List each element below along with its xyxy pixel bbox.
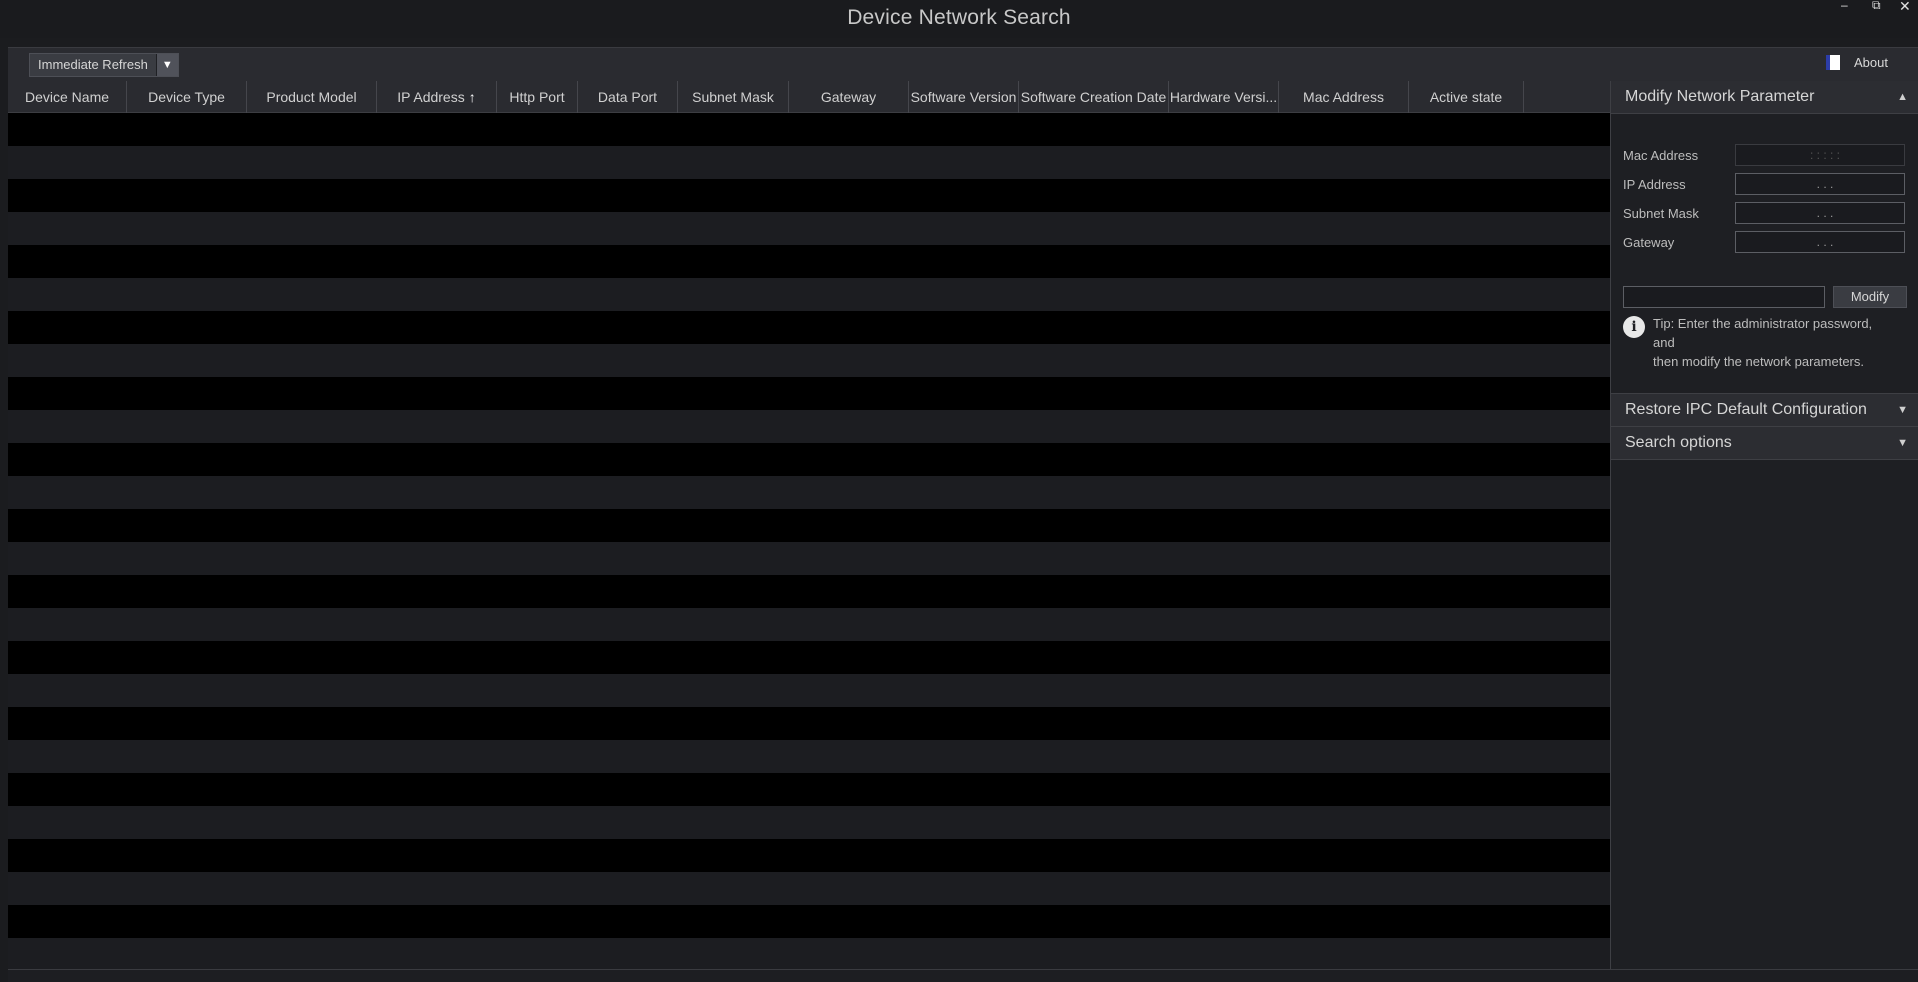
table-row [8, 245, 1610, 278]
table-row [8, 311, 1610, 344]
tip-line-1: Tip: Enter the administrator password, a… [1653, 316, 1873, 350]
mac-address-label: Mac Address [1623, 147, 1699, 163]
ip-address-row: IP Address . . . [1623, 173, 1905, 195]
device-table: Device Name Device Type Product Model IP… [8, 81, 1610, 969]
modify-network-parameter-header[interactable]: Modify Network Parameter ▲ [1611, 81, 1918, 114]
help-icon[interactable] [1826, 55, 1840, 70]
table-row [8, 938, 1610, 969]
table-row [8, 740, 1610, 773]
table-row [8, 443, 1610, 476]
gateway-label: Gateway [1623, 234, 1675, 250]
mac-address-field: : : : : : [1735, 144, 1905, 166]
table-row [8, 113, 1610, 146]
table-row [8, 839, 1610, 872]
ip-address-field[interactable]: . . . [1735, 173, 1905, 195]
column-product-model[interactable]: Product Model [247, 81, 377, 113]
table-row [8, 542, 1610, 575]
table-row [8, 278, 1610, 311]
modify-network-parameter-body: Mac Address : : : : : IP Address . . . S… [1611, 114, 1918, 394]
column-gateway[interactable]: Gateway [789, 81, 909, 113]
subnet-mask-row: Subnet Mask . . . [1623, 202, 1905, 224]
immediate-refresh-button[interactable]: Immediate Refresh ▼ [29, 53, 179, 77]
info-icon: i [1623, 316, 1645, 338]
column-device-type[interactable]: Device Type [127, 81, 247, 113]
title-bar: Device Network Search – ⧉ ✕ [0, 0, 1918, 38]
restore-button[interactable]: ⧉ [1872, 0, 1881, 13]
toolbar: Immediate Refresh ▼ [8, 47, 1918, 81]
column-mac-address[interactable]: Mac Address [1279, 81, 1409, 113]
tip-message: i Tip: Enter the administrator password,… [1623, 314, 1893, 371]
admin-password-input[interactable] [1623, 286, 1825, 308]
table-row [8, 806, 1610, 839]
table-row [8, 773, 1610, 806]
table-row [8, 344, 1610, 377]
close-button[interactable]: ✕ [1899, 0, 1911, 15]
collapse-arrow-icon[interactable]: ▲ [1897, 91, 1908, 103]
table-row [8, 674, 1610, 707]
restore-ipc-default-header[interactable]: Restore IPC Default Configuration ▼ [1611, 394, 1918, 427]
column-http-port[interactable]: Http Port [497, 81, 578, 113]
ip-address-label: IP Address [1623, 176, 1686, 192]
sort-ascending-icon: ↑ [468, 89, 476, 105]
column-software-creation-date[interactable]: Software Creation Date [1019, 81, 1169, 113]
mac-address-row: Mac Address : : : : : [1623, 144, 1905, 166]
table-row [8, 476, 1610, 509]
table-row [8, 707, 1610, 740]
table-row [8, 575, 1610, 608]
table-body [8, 113, 1610, 969]
window-title: Device Network Search [847, 6, 1071, 29]
column-device-name[interactable]: Device Name [8, 81, 127, 113]
gateway-field[interactable]: . . . [1735, 231, 1905, 253]
sidebar-panel: Modify Network Parameter ▲ Mac Address :… [1610, 81, 1918, 969]
column-software-version[interactable]: Software Version [909, 81, 1019, 113]
column-active-state[interactable]: Active state [1409, 81, 1524, 113]
gateway-row: Gateway . . . [1623, 231, 1905, 253]
tip-line-2: then modify the network parameters. [1653, 354, 1864, 369]
expand-arrow-icon[interactable]: ▼ [1897, 404, 1908, 416]
table-row [8, 905, 1610, 938]
table-row [8, 608, 1610, 641]
column-subnet-mask[interactable]: Subnet Mask [678, 81, 789, 113]
table-header: Device Name Device Type Product Model IP… [8, 81, 1610, 113]
about-label[interactable]: About [1854, 55, 1888, 70]
table-row [8, 410, 1610, 443]
immediate-refresh-label[interactable]: Immediate Refresh [30, 54, 156, 76]
column-ip-address[interactable]: IP Address ↑ [377, 81, 497, 113]
column-hardware-version[interactable]: Hardware Versi... [1169, 81, 1279, 113]
table-row [8, 377, 1610, 410]
minimize-button[interactable]: – [1841, 0, 1848, 12]
modify-button[interactable]: Modify [1833, 286, 1907, 308]
table-row [8, 146, 1610, 179]
status-bar [8, 969, 1918, 982]
subnet-mask-label: Subnet Mask [1623, 205, 1699, 221]
search-options-header[interactable]: Search options ▼ [1611, 427, 1918, 460]
table-row [8, 641, 1610, 674]
about-link[interactable]: About [1826, 55, 1888, 70]
table-row [8, 509, 1610, 542]
column-data-port[interactable]: Data Port [578, 81, 678, 113]
expand-arrow-icon[interactable]: ▼ [1897, 437, 1908, 449]
table-row [8, 179, 1610, 212]
table-row [8, 212, 1610, 245]
refresh-dropdown-icon[interactable]: ▼ [155, 54, 178, 76]
subnet-mask-field[interactable]: . . . [1735, 202, 1905, 224]
table-row [8, 872, 1610, 905]
